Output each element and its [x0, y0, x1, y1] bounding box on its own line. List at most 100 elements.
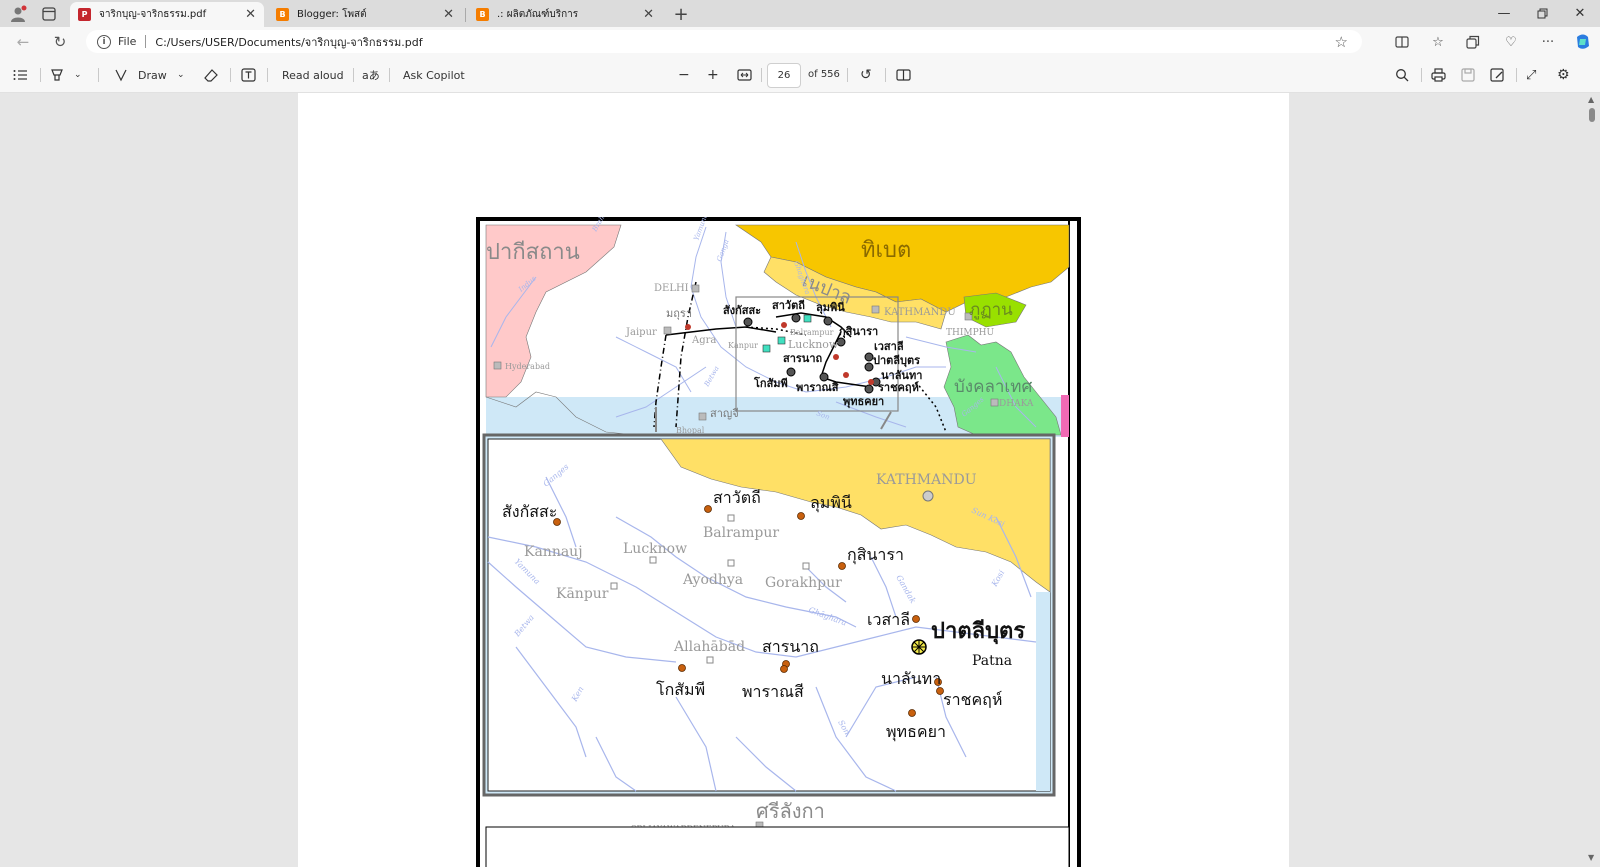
page-number-input[interactable]: 26	[767, 63, 801, 88]
label-varanasi: พาราณสี	[796, 381, 839, 394]
label-sanchi: สาญจี	[710, 407, 739, 420]
fullscreen-icon[interactable]: ⤢	[1526, 65, 1536, 85]
split-screen-icon[interactable]	[1391, 32, 1413, 52]
favorite-star-icon[interactable]: ☆	[1335, 33, 1348, 51]
new-tab-icon[interactable]: +	[670, 4, 692, 25]
draw-button[interactable]: Draw	[114, 65, 167, 85]
settings-gear-icon[interactable]: ⚙	[1557, 65, 1570, 85]
tab-title: Blogger: โพสต์	[297, 9, 367, 20]
label-pataliputra: ปาตลีบุตร	[873, 354, 920, 368]
label-savatthi: สาวัตถี	[772, 299, 805, 312]
dot-savatthi	[704, 505, 712, 513]
zoom-in-icon[interactable]: +	[707, 65, 719, 85]
zoom-out-icon[interactable]: −	[678, 65, 690, 85]
label-lucknow: Lucknow	[788, 338, 839, 351]
label-kanpur: Kanpur	[728, 341, 758, 350]
minimize-icon[interactable]: —	[1486, 3, 1522, 23]
inset-label-gorakhpur: Gorakhpur	[765, 575, 842, 591]
tab-strip: P จาริกบุญ-จาริกธรรม.pdf ✕ B Blogger: โพ…	[0, 0, 1600, 27]
ask-copilot-button[interactable]: Ask Copilot	[403, 65, 465, 85]
read-aloud-button[interactable]: Read aloud	[282, 65, 344, 85]
eraser-icon[interactable]	[204, 65, 218, 85]
draw-label: Draw	[138, 68, 167, 82]
label-bodhgaya: พุทธคยา	[843, 395, 884, 409]
print-icon[interactable]	[1431, 65, 1446, 85]
highlight-icon[interactable]	[50, 65, 64, 85]
label-mathura: มถุรา	[666, 307, 692, 320]
page-total: of 556	[808, 69, 840, 80]
save-as-icon[interactable]	[1490, 65, 1504, 85]
inset-label-pataliputra: ปาตลีบุตร	[931, 619, 1025, 645]
divider	[98, 68, 99, 82]
scroll-up-icon[interactable]: ▲	[1588, 95, 1594, 104]
label-sri-lanka: ศรีลังกา	[756, 799, 825, 823]
label-tibet: ทิเบต	[861, 238, 911, 263]
scroll-thumb[interactable]	[1589, 108, 1595, 122]
close-tab-icon[interactable]: ✕	[443, 7, 454, 22]
info-icon[interactable]: i	[97, 34, 111, 49]
dot-vesali	[912, 615, 920, 623]
scroll-down-icon[interactable]: ▼	[1588, 853, 1594, 862]
pdf-page: ปากีสถาน ทิเบต เนปาล ภูฏาน บังคลาเทศ ศรี…	[298, 93, 1289, 867]
refresh-icon[interactable]: ↻	[49, 31, 71, 53]
inset-label-varanasi: พาราณสี	[742, 682, 804, 701]
inset-label-kanpur: Kānpur	[556, 586, 609, 602]
blogger-icon: B	[276, 8, 289, 21]
blogger-icon: B	[476, 8, 489, 21]
url-field[interactable]: i File C:/Users/USER/Documents/จาริกบุญ-…	[86, 30, 1362, 53]
copilot-icon[interactable]	[1572, 32, 1594, 52]
label-thimphu: THIMPHU	[946, 328, 995, 338]
inset-label-sankassa: สังกัสสะ	[502, 502, 557, 521]
divider	[761, 68, 762, 82]
favorites-icon[interactable]: ☆	[1427, 32, 1449, 52]
browser-essentials-icon[interactable]: ♡	[1500, 32, 1522, 52]
page-view-icon[interactable]	[896, 65, 911, 85]
more-menu-icon[interactable]: ···	[1537, 32, 1559, 52]
back-icon[interactable]: ←	[12, 31, 34, 53]
tab-blogger-products[interactable]: B .: ผลิตภัณฑ์บริการ ✕	[468, 2, 662, 27]
collections-icon[interactable]	[1462, 32, 1484, 52]
myanmar-edge	[1061, 395, 1069, 437]
tab-actions-icon[interactable]	[38, 4, 60, 24]
inset-map: สังกัสสะ สาวัตถี ลุมพินี กุสินารา เวสาลี…	[482, 433, 1056, 797]
url-text[interactable]: C:/Users/USER/Documents/จาริกบุญ-จาริกธร…	[155, 33, 1334, 51]
dot-varanasi	[780, 665, 788, 673]
close-window-icon[interactable]: ✕	[1562, 3, 1598, 23]
inset-label-bodhgaya: พุทธคยา	[886, 722, 946, 742]
close-tab-icon[interactable]: ✕	[643, 7, 654, 22]
add-text-icon[interactable]	[241, 65, 256, 85]
profile-icon[interactable]	[7, 4, 29, 24]
divider	[847, 68, 848, 82]
rotate-icon[interactable]: ↺	[860, 65, 872, 85]
label-dhaka: DHAKA	[999, 399, 1034, 409]
inset-label-nalanda: นาลันทา	[881, 669, 941, 688]
restore-icon[interactable]	[1524, 3, 1560, 23]
dot-bodhgaya	[908, 709, 916, 717]
label-kosambi: โกสัมพี	[753, 376, 788, 390]
label-hyderabad: Hyderabad	[505, 362, 550, 371]
save-icon[interactable]	[1461, 65, 1475, 85]
tab-pdf[interactable]: P จาริกบุญ-จาริกธรรม.pdf ✕	[70, 2, 264, 27]
inset-label-lucknow: Lucknow	[623, 541, 687, 557]
fit-to-page-icon[interactable]	[737, 65, 752, 85]
text-options-button[interactable]: aあ	[362, 65, 380, 85]
close-tab-icon[interactable]: ✕	[245, 7, 256, 22]
label-jaipur: Jaipur	[625, 327, 657, 338]
tab-blogger-posts[interactable]: B Blogger: โพสต์ ✕	[268, 2, 462, 27]
label-kusinara: กุสินารา	[839, 325, 878, 339]
inset-label-kosambi: โกสัมพี	[656, 680, 705, 699]
inset-label-lumbini: ลุมพินี	[810, 493, 852, 513]
pataliputra-symbol	[911, 639, 927, 655]
divider	[885, 68, 886, 82]
inset-label-patna: Patna	[972, 653, 1012, 669]
pdf-icon: P	[78, 8, 91, 21]
highlight-dropdown-icon[interactable]: ⌄	[74, 65, 82, 85]
contents-icon[interactable]	[13, 65, 28, 85]
label-balrampur: Balrampur	[790, 328, 834, 337]
pdf-viewer[interactable]: ปากีสถาน ทิเบต เนปาล ภูฏาน บังคลาเทศ ศรี…	[0, 93, 1600, 867]
inset-label-kannauj: Kannauj	[524, 544, 583, 560]
divider	[267, 68, 268, 82]
draw-dropdown-icon[interactable]: ⌄	[177, 65, 185, 85]
vertical-scrollbar[interactable]: ▲ ▼	[1585, 93, 1600, 867]
search-icon[interactable]	[1395, 65, 1409, 85]
